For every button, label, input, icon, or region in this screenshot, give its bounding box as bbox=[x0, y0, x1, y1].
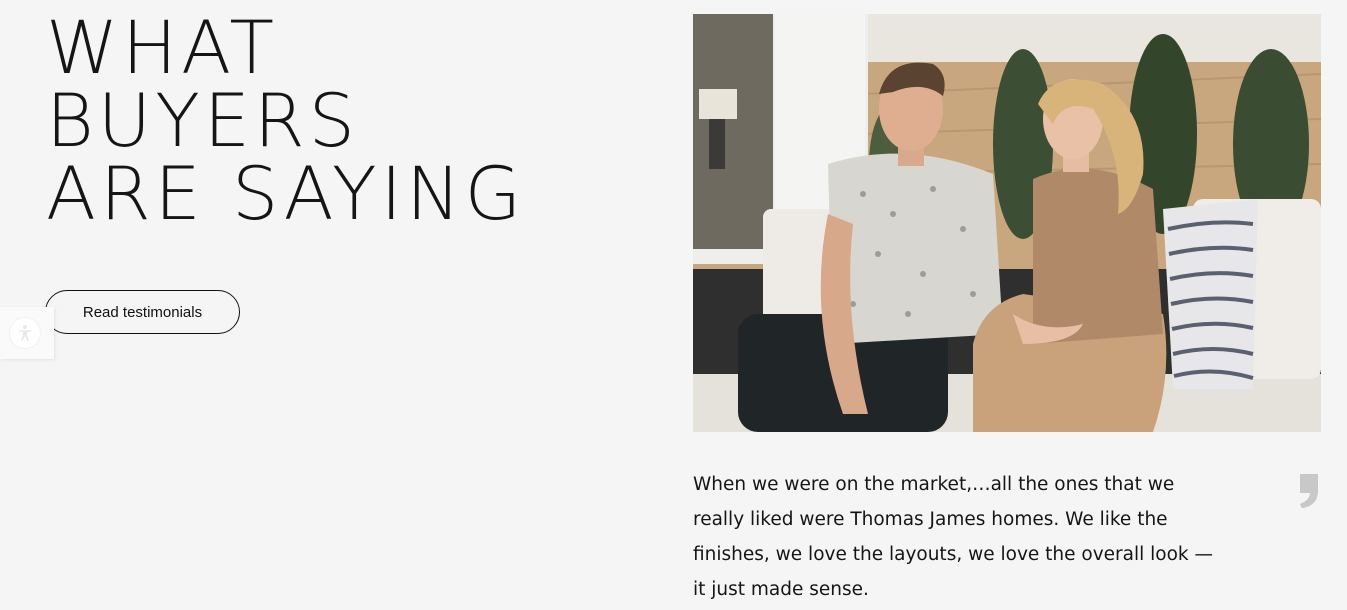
section-heading: WHAT BUYERS ARE SAYING bbox=[46, 12, 525, 231]
accessibility-icon bbox=[10, 318, 40, 348]
quote-mark-icon bbox=[1270, 470, 1322, 512]
testimonials-section: WHAT BUYERS ARE SAYING Read testimonials bbox=[0, 0, 1347, 610]
heading-line-3: ARE SAYING bbox=[46, 152, 526, 237]
testimonial-text: When we were on the market,…all the ones… bbox=[693, 474, 1214, 600]
heading-line-1: WHAT bbox=[46, 6, 278, 91]
heading-line-2: BUYERS bbox=[46, 79, 360, 164]
read-testimonials-button[interactable]: Read testimonials bbox=[45, 290, 240, 334]
accessibility-widget-button[interactable] bbox=[0, 307, 54, 359]
couple-photo bbox=[693, 14, 1321, 432]
